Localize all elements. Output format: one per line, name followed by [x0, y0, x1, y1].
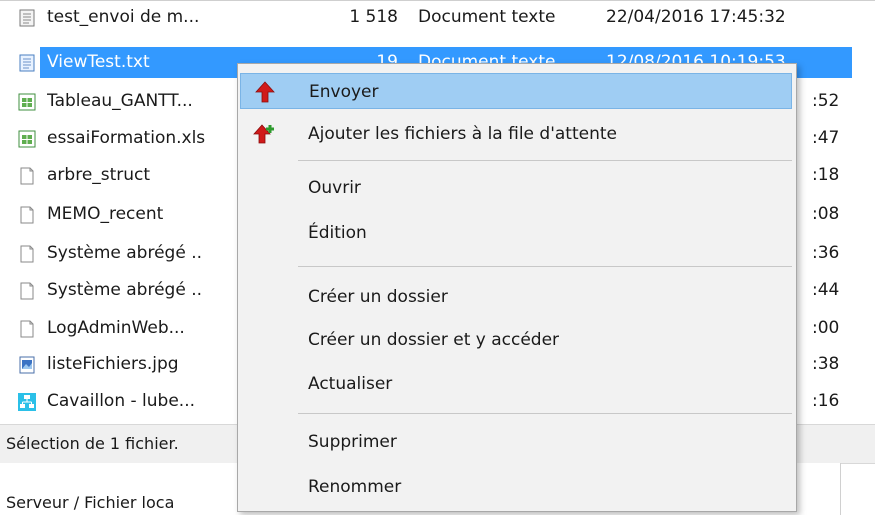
- image-file-icon: [19, 356, 35, 374]
- file-name: listeFichiers.jpg: [47, 354, 179, 374]
- blank-file-icon: [20, 206, 34, 224]
- file-date-fragment: :36: [812, 243, 840, 263]
- file-name: Tableau_GANTT...: [47, 91, 193, 111]
- spreadsheet-icon: [18, 130, 36, 148]
- menu-item-renommer[interactable]: Renommer: [240, 469, 792, 505]
- menu-separator: [298, 266, 792, 267]
- menu-item-ajouter-file-attente[interactable]: Ajouter les fichiers à la file d'attente: [240, 116, 792, 152]
- file-date-fragment: :44: [812, 280, 840, 300]
- menu-item-label: Créer un dossier: [308, 287, 448, 307]
- file-name: Système abrégé ..: [47, 243, 203, 263]
- file-date-fragment: :47: [812, 128, 840, 148]
- upload-arrow-icon: [255, 81, 275, 103]
- context-menu: Envoyer Ajouter les fichiers à la file d…: [237, 63, 797, 512]
- file-date-fragment: :00: [812, 318, 840, 338]
- file-name: LogAdminWeb...: [47, 318, 185, 338]
- blank-file-icon: [20, 282, 34, 300]
- file-name: MEMO_recent: [47, 204, 164, 224]
- network-diagram-icon: [18, 393, 36, 411]
- menu-separator: [298, 160, 792, 161]
- menu-separator: [298, 413, 792, 414]
- file-name: Système abrégé ..: [47, 280, 203, 300]
- file-date-fragment: :52: [812, 91, 840, 111]
- tab-label: Serveur / Fichier loca: [6, 493, 175, 512]
- status-text: Sélection de 1 fichier.: [6, 434, 179, 453]
- file-name: arbre_struct: [47, 165, 151, 185]
- menu-item-edition[interactable]: Édition: [240, 215, 792, 251]
- file-date-fragment: :08: [812, 204, 840, 224]
- file-date: 22/04/2016 17:45:32: [606, 7, 786, 27]
- file-date-fragment: :38: [812, 354, 840, 374]
- menu-item-label: Ouvrir: [308, 178, 361, 198]
- file-date-fragment: :18: [812, 165, 840, 185]
- menu-item-label: Ajouter les fichiers à la file d'attente: [308, 124, 617, 144]
- file-name: ViewTest.txt: [47, 52, 150, 72]
- menu-item-creer-dossier[interactable]: Créer un dossier: [240, 279, 792, 315]
- file-name: essaiFormation.xls: [47, 128, 206, 148]
- text-document-icon: [19, 9, 35, 27]
- menu-item-label: Envoyer: [309, 82, 379, 102]
- file-type: Document texte: [418, 7, 556, 27]
- blank-file-icon: [20, 320, 34, 338]
- spreadsheet-icon: [18, 93, 36, 111]
- file-name: test_envoi de m...: [47, 7, 200, 27]
- menu-item-label: Supprimer: [308, 432, 397, 452]
- menu-item-label: Renommer: [308, 477, 402, 497]
- menu-item-supprimer[interactable]: Supprimer: [240, 424, 792, 460]
- menu-item-envoyer[interactable]: Envoyer: [240, 73, 792, 109]
- menu-item-label: Actualiser: [308, 374, 393, 394]
- file-row[interactable]: test_envoi de m... 1 518 Document texte …: [0, 2, 875, 33]
- add-to-queue-icon: [253, 124, 274, 144]
- menu-item-actualiser[interactable]: Actualiser: [240, 366, 792, 402]
- file-date-fragment: :16: [812, 391, 840, 411]
- menu-item-label: Créer un dossier et y accéder: [308, 330, 560, 350]
- file-size: 1 518: [349, 7, 398, 27]
- menu-item-label: Édition: [308, 223, 367, 243]
- blank-file-icon: [20, 245, 34, 263]
- text-document-icon: [19, 54, 35, 72]
- blank-file-icon: [20, 167, 34, 185]
- file-name: Cavaillon - lube...: [47, 391, 196, 411]
- menu-item-ouvrir[interactable]: Ouvrir: [240, 170, 792, 206]
- menu-item-creer-dossier-acceder[interactable]: Créer un dossier et y accéder: [240, 322, 792, 358]
